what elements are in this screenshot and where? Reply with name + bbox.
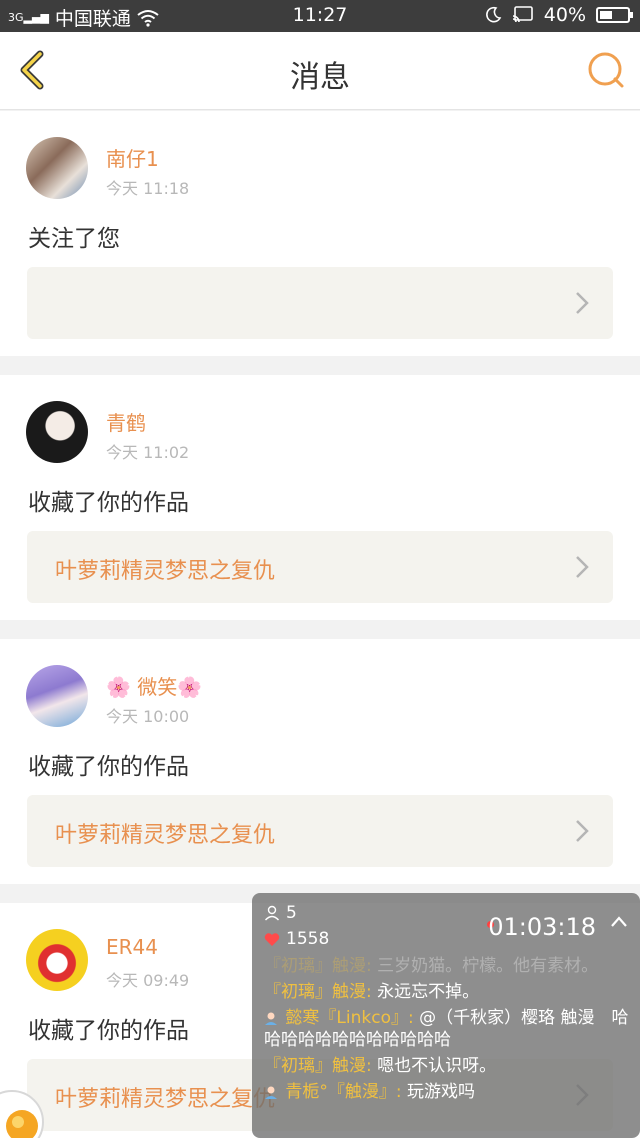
- chat-message: 『初璃』触漫: 三岁奶猫。柠檬。他有素材。: [264, 955, 630, 977]
- live-timer: 01:03:18: [488, 913, 596, 941]
- collapse-button[interactable]: [610, 915, 628, 929]
- chevron-right-icon: [576, 556, 589, 578]
- user-icon: [264, 905, 280, 921]
- live-chat: 『初璃』触漫: 三岁奶猫。柠檬。他有素材。 『初璃』触漫: 永远忘不掉。 懿寒『…: [264, 955, 630, 1107]
- heart-icon: [264, 932, 280, 946]
- like-count-value: 1558: [286, 929, 330, 949]
- work-title: 叶萝莉精灵梦思之复仇: [55, 1087, 276, 1112]
- nav-bar: 消息: [0, 32, 640, 110]
- notification-action: 收藏了你的作品: [28, 490, 189, 516]
- user-avatar-icon: [265, 1012, 277, 1025]
- chat-text: 永远忘不掉。: [377, 982, 480, 1002]
- username[interactable]: 🌸 微笑🌸: [106, 671, 202, 700]
- username[interactable]: 南仔1: [106, 143, 159, 172]
- notification-action: 收藏了你的作品: [28, 754, 189, 780]
- avatar[interactable]: [26, 137, 88, 199]
- live-overlay-panel[interactable]: 5 1558 01:03:18 『初璃』触漫: 三岁奶猫。柠檬。他有素材。 『初…: [252, 893, 640, 1138]
- search-button[interactable]: [586, 50, 626, 90]
- chat-username: 『初璃』触漫:: [264, 956, 372, 976]
- status-right: 40%: [484, 4, 633, 26]
- work-link[interactable]: [27, 267, 613, 339]
- like-count: 1558: [264, 929, 329, 949]
- notification-card: 🌸 微笑🌸 今天 10:00 收藏了你的作品 叶萝莉精灵梦思之复仇: [0, 639, 640, 884]
- viewer-count: 5: [264, 903, 297, 923]
- notification-action: 关注了您: [28, 226, 120, 252]
- chat-text: 嗯也不认识呀。: [377, 1056, 497, 1076]
- username[interactable]: ER44: [106, 935, 158, 959]
- page-title: 消息: [290, 60, 350, 95]
- avatar[interactable]: [26, 665, 88, 727]
- avatar[interactable]: [26, 929, 88, 991]
- chevron-up-icon: [611, 916, 627, 927]
- work-link[interactable]: 叶萝莉精灵梦思之复仇: [27, 531, 613, 603]
- battery-percent: 40%: [543, 4, 586, 26]
- timestamp: 今天 10:00: [106, 707, 190, 726]
- viewer-count-value: 5: [286, 903, 297, 923]
- chat-message: 『初璃』触漫: 永远忘不掉。: [264, 981, 630, 1003]
- user-avatar-icon: [265, 1086, 277, 1099]
- chat-message: 『初璃』触漫: 嗯也不认识呀。: [264, 1055, 630, 1077]
- chat-username: 懿寒『Linkco』:: [285, 1008, 414, 1028]
- chevron-right-icon: [576, 292, 589, 314]
- work-title: 叶萝莉精灵梦思之复仇: [55, 823, 276, 848]
- timestamp: 今天 11:18: [106, 179, 190, 198]
- avatar[interactable]: [26, 401, 88, 463]
- notification-card: 南仔1 今天 11:18 关注了您: [0, 111, 640, 356]
- username[interactable]: 青鹤: [106, 407, 146, 436]
- chat-message: 懿寒『Linkco』: @（千秋家）樱珞 触漫 哈哈哈哈哈哈哈哈哈哈哈哈: [264, 1007, 630, 1051]
- notification-card: 青鹤 今天 11:02 收藏了你的作品 叶萝莉精灵梦思之复仇: [0, 375, 640, 620]
- timestamp: 今天 09:49: [106, 971, 190, 990]
- status-bar: 3G▂▄▆ 中国联通 11:27 40%: [0, 0, 640, 32]
- work-link[interactable]: 叶萝莉精灵梦思之复仇: [27, 795, 613, 867]
- cast-icon: [512, 6, 533, 23]
- moon-icon: [485, 6, 502, 23]
- chevron-right-icon: [576, 820, 589, 842]
- chat-username: 青栀°『触漫』:: [285, 1082, 402, 1102]
- chat-username: 『初璃』触漫:: [264, 1056, 372, 1076]
- chat-message: 青栀°『触漫』: 玩游戏吗: [264, 1081, 630, 1103]
- chat-text: 玩游戏吗: [407, 1082, 476, 1102]
- notification-action: 收藏了你的作品: [28, 1018, 189, 1044]
- battery-icon: [596, 7, 633, 23]
- work-title: 叶萝莉精灵梦思之复仇: [55, 559, 276, 584]
- chat-text: 三岁奶猫。柠檬。他有素材。: [377, 956, 599, 976]
- timestamp: 今天 11:02: [106, 443, 190, 462]
- chat-username: 『初璃』触漫:: [264, 982, 372, 1002]
